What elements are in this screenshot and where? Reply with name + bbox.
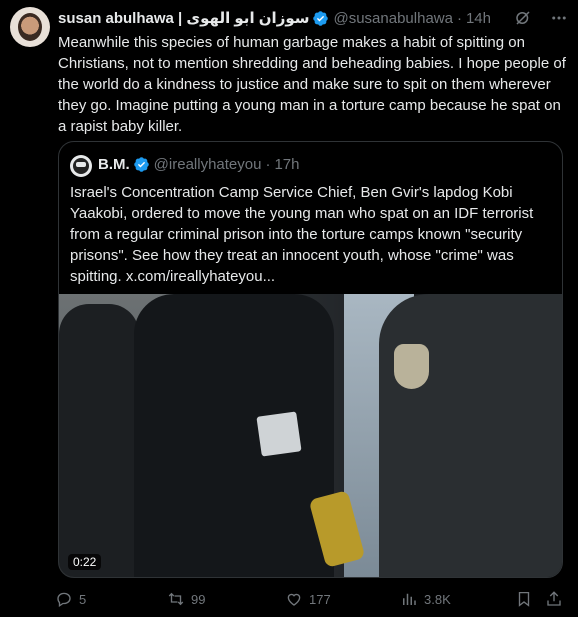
repost-count: 99 xyxy=(191,591,206,607)
quote-author-name[interactable]: B.M. xyxy=(98,156,130,173)
quoted-tweet[interactable]: B.M. @ireallyhateyou · 17h Israel's Conc… xyxy=(58,141,563,578)
top-actions xyxy=(514,9,568,27)
reply-icon xyxy=(57,592,71,608)
like-count: 177 xyxy=(309,591,331,607)
author-name[interactable]: susan abulhawa | سوزان ابو الهوى xyxy=(58,9,309,27)
video-frame-figure xyxy=(134,294,334,577)
share-button[interactable] xyxy=(545,590,563,608)
quote-time[interactable]: 17h xyxy=(274,156,299,173)
reply-count: 5 xyxy=(79,591,87,607)
repost-icon xyxy=(168,592,184,606)
views-icon xyxy=(403,593,416,605)
grok-icon[interactable] xyxy=(514,9,532,27)
verified-badge-icon xyxy=(313,10,329,26)
separator: · xyxy=(456,9,462,27)
reply-button[interactable]: 5 xyxy=(55,590,86,608)
bookmark-button[interactable] xyxy=(515,590,533,608)
share-icon xyxy=(547,591,561,606)
action-bar: 5 99 177 3.8K xyxy=(55,590,565,610)
more-icon[interactable] xyxy=(550,9,568,27)
quote-header: B.M. @ireallyhateyou · 17h xyxy=(98,156,300,173)
bookmark-icon xyxy=(518,591,530,607)
repost-button[interactable]: 99 xyxy=(167,590,205,608)
author-avatar[interactable] xyxy=(10,7,50,47)
like-button[interactable]: 177 xyxy=(285,590,331,608)
quote-text: Israel's Concentration Camp Service Chie… xyxy=(70,184,534,285)
quote-author-avatar[interactable] xyxy=(70,155,92,177)
video-frame-badge xyxy=(394,344,429,389)
video-player[interactable]: 0:22 xyxy=(59,294,562,577)
tweet[interactable]: susan abulhawa | سوزان ابو الهوى @susana… xyxy=(0,0,578,617)
author-handle[interactable]: @susanabulhawa xyxy=(333,10,452,27)
video-frame-patch xyxy=(256,411,302,457)
views-button[interactable]: 3.8K xyxy=(400,590,451,608)
view-count: 3.8K xyxy=(424,591,451,607)
tweet-header: susan abulhawa | سوزان ابو الهوى @susana… xyxy=(58,8,491,28)
quote-author-handle[interactable]: @ireallyhateyou xyxy=(154,156,262,173)
video-duration: 0:22 xyxy=(68,554,102,570)
like-icon xyxy=(287,593,301,606)
post-time[interactable]: 14h xyxy=(466,10,491,27)
video-frame-figure xyxy=(379,294,562,577)
video-frame-figure xyxy=(59,304,139,577)
verified-badge-icon xyxy=(133,157,149,172)
separator: · xyxy=(265,156,271,173)
tweet-text: Meanwhile this species of human garbage … xyxy=(58,34,566,135)
